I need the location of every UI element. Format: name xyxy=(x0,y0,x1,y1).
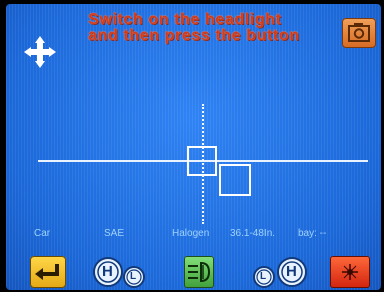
status-row: Car SAE Halogen 36.1-48In. bay: -- xyxy=(6,228,381,244)
instruction-text: Switch on the headlight and then press t… xyxy=(88,12,338,44)
low-beam-letter: L xyxy=(260,271,267,282)
fog-light-icon xyxy=(188,261,211,283)
low-high-beam-button[interactable]: L H xyxy=(244,256,312,288)
high-beam-letter: H xyxy=(102,263,113,280)
lamp-type-label: Halogen xyxy=(172,228,210,239)
camera-icon xyxy=(348,23,370,42)
enter-button[interactable] xyxy=(30,256,66,288)
standard-label: SAE xyxy=(104,228,125,239)
low-high-beam-icon xyxy=(253,257,307,288)
instruction-line-1: Switch on the headlight xyxy=(88,11,282,28)
enter-arrow-icon xyxy=(35,264,59,280)
high-low-beam-icon xyxy=(93,257,145,288)
height-range-label: 36.1-48In. xyxy=(230,228,276,239)
headlight-aligner-screen: Switch on the headlight and then press t… xyxy=(6,4,381,290)
laser-button[interactable] xyxy=(330,256,370,288)
move-arrows-icon[interactable] xyxy=(24,36,56,68)
laser-icon xyxy=(342,264,358,280)
vehicle-label: Car xyxy=(34,228,51,239)
camera-button[interactable] xyxy=(342,18,376,48)
high-beam-letter: H xyxy=(286,263,297,280)
low-beam-letter: L xyxy=(130,271,137,282)
high-low-beam-button[interactable]: H L xyxy=(90,256,156,288)
center-target-box xyxy=(187,146,217,176)
instruction-line-2: and then press the button xyxy=(88,27,300,44)
fog-light-button[interactable] xyxy=(184,256,214,288)
bay-label: bay: -- xyxy=(298,228,327,239)
beam-target-box xyxy=(219,164,251,196)
